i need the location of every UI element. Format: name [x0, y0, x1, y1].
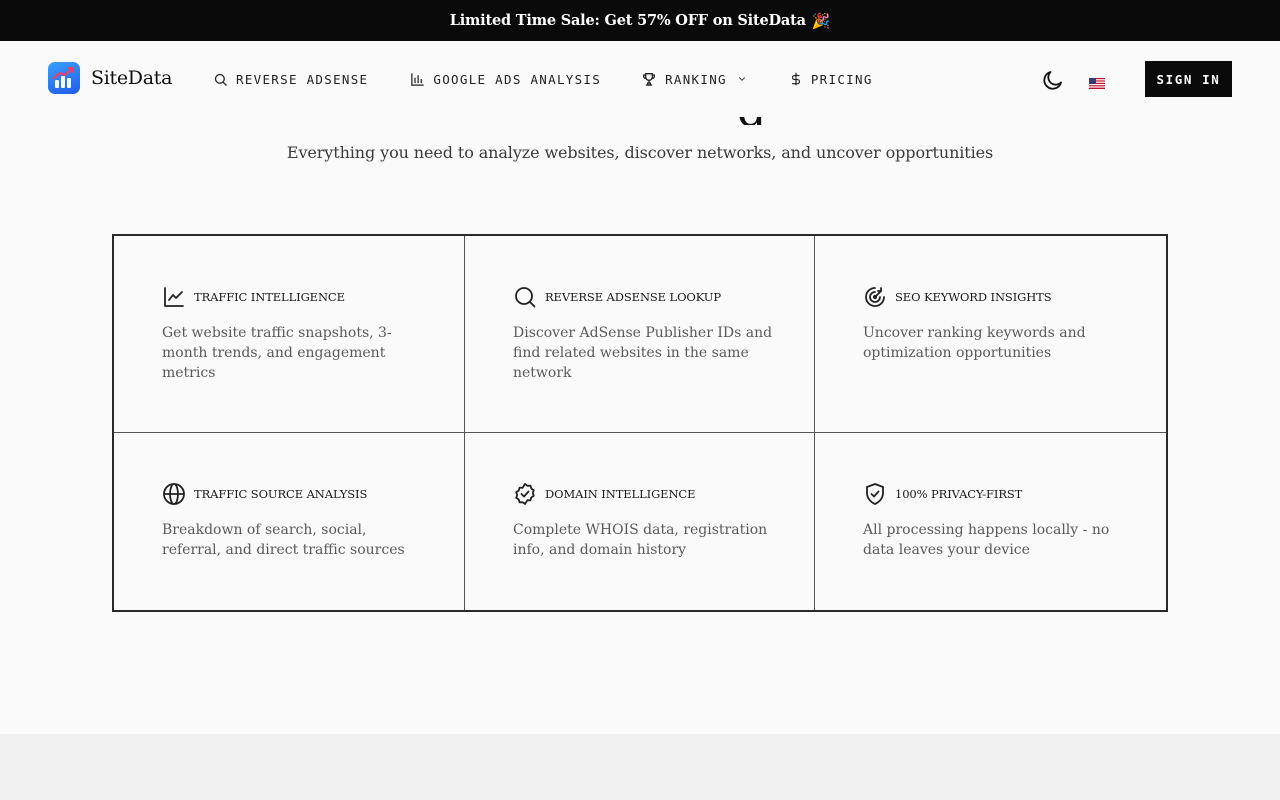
feature-description: Uncover ranking keywords and optimizatio… — [863, 325, 1086, 361]
search-icon — [515, 287, 536, 308]
next-section-background — [0, 734, 1280, 800]
target-icon — [865, 287, 885, 307]
brand-name: SiteData — [91, 67, 173, 89]
hero-subtitle: Everything you need to analyze websites,… — [286, 143, 994, 162]
feature-card: TRAFFIC SOURCE ANALYSIS Breakdown of sea… — [114, 433, 465, 610]
feature-title: SEO KEYWORD INSIGHTS — [895, 290, 1052, 304]
search-icon — [214, 73, 227, 86]
feature-description: Discover AdSense Publisher IDs and find … — [513, 325, 773, 381]
nav-google-ads-analysis[interactable]: GOOGLE ADS ANALYSIS — [410, 72, 601, 87]
feature-card: DOMAIN INTELLIGENCE Complete WHOIS data,… — [465, 433, 815, 610]
moon-icon — [1043, 71, 1062, 90]
nav-label: REVERSE ADSENSE — [236, 71, 369, 87]
badge-check-icon — [515, 483, 535, 505]
line-chart-icon — [164, 287, 184, 307]
party-popper-icon: 🎉 — [811, 11, 831, 30]
sign-in-button[interactable]: SIGN IN — [1145, 61, 1232, 97]
logo-icon — [48, 62, 80, 94]
nav-reverse-adsense[interactable]: REVERSE ADSENSE — [213, 72, 368, 87]
nav-pricing[interactable]: PRICING — [789, 71, 873, 87]
dollar-icon — [791, 72, 800, 86]
features-grid: TRAFFIC INTELLIGENCE Get website traffic… — [112, 234, 1168, 612]
nav-label: RANKING — [665, 71, 727, 87]
nav-label: PRICING — [810, 71, 873, 87]
language-selector-us-flag-icon[interactable] — [1089, 74, 1105, 89]
feature-title: TRAFFIC SOURCE ANALYSIS — [194, 487, 368, 501]
logo[interactable]: SiteData — [48, 62, 172, 94]
feature-title: 100% PRIVACY-FIRST — [895, 487, 1023, 501]
feature-description: Complete WHOIS data, registration info, … — [513, 522, 768, 558]
feature-description: Get website traffic snapshots, 3-month t… — [162, 325, 392, 381]
feature-description: Breakdown of search, social, referral, a… — [162, 522, 405, 558]
feature-card: TRAFFIC INTELLIGENCE Get website traffic… — [114, 236, 465, 433]
trophy-icon — [643, 73, 656, 86]
feature-card: SEO KEYWORD INSIGHTS Uncover ranking key… — [815, 236, 1166, 433]
feature-card: REVERSE ADSENSE LOOKUP Discover AdSense … — [465, 236, 815, 433]
nav-ranking-dropdown[interactable]: RANKING — [641, 71, 747, 87]
theme-toggle-button[interactable] — [1041, 68, 1065, 96]
nav-label: GOOGLE ADS ANALYSIS — [433, 71, 602, 87]
feature-title: REVERSE ADSENSE LOOKUP — [545, 290, 722, 304]
main-nav: REVERSE ADSENSE GOOGLE ADS ANALYSIS RANK… — [213, 71, 873, 87]
hero-heading-fragment: g — [0, 117, 1280, 125]
feature-title: TRAFFIC INTELLIGENCE — [194, 290, 345, 304]
feature-title: DOMAIN INTELLIGENCE — [545, 487, 696, 501]
site-header: SiteData REVERSE ADSENSE GOOGLE ADS ANAL… — [0, 41, 1280, 117]
feature-description: All processing happens locally - no data… — [863, 522, 1110, 558]
bar-chart-icon — [411, 72, 425, 86]
promo-text: Limited Time Sale: Get 57% OFF on SiteDa… — [449, 12, 806, 29]
globe-icon — [163, 483, 185, 505]
chevron-down-icon — [738, 77, 745, 81]
promo-banner[interactable]: Limited Time Sale: Get 57% OFF on SiteDa… — [0, 0, 1280, 41]
feature-card: 100% PRIVACY-FIRST All processing happen… — [815, 433, 1166, 610]
shield-check-icon — [866, 483, 884, 505]
